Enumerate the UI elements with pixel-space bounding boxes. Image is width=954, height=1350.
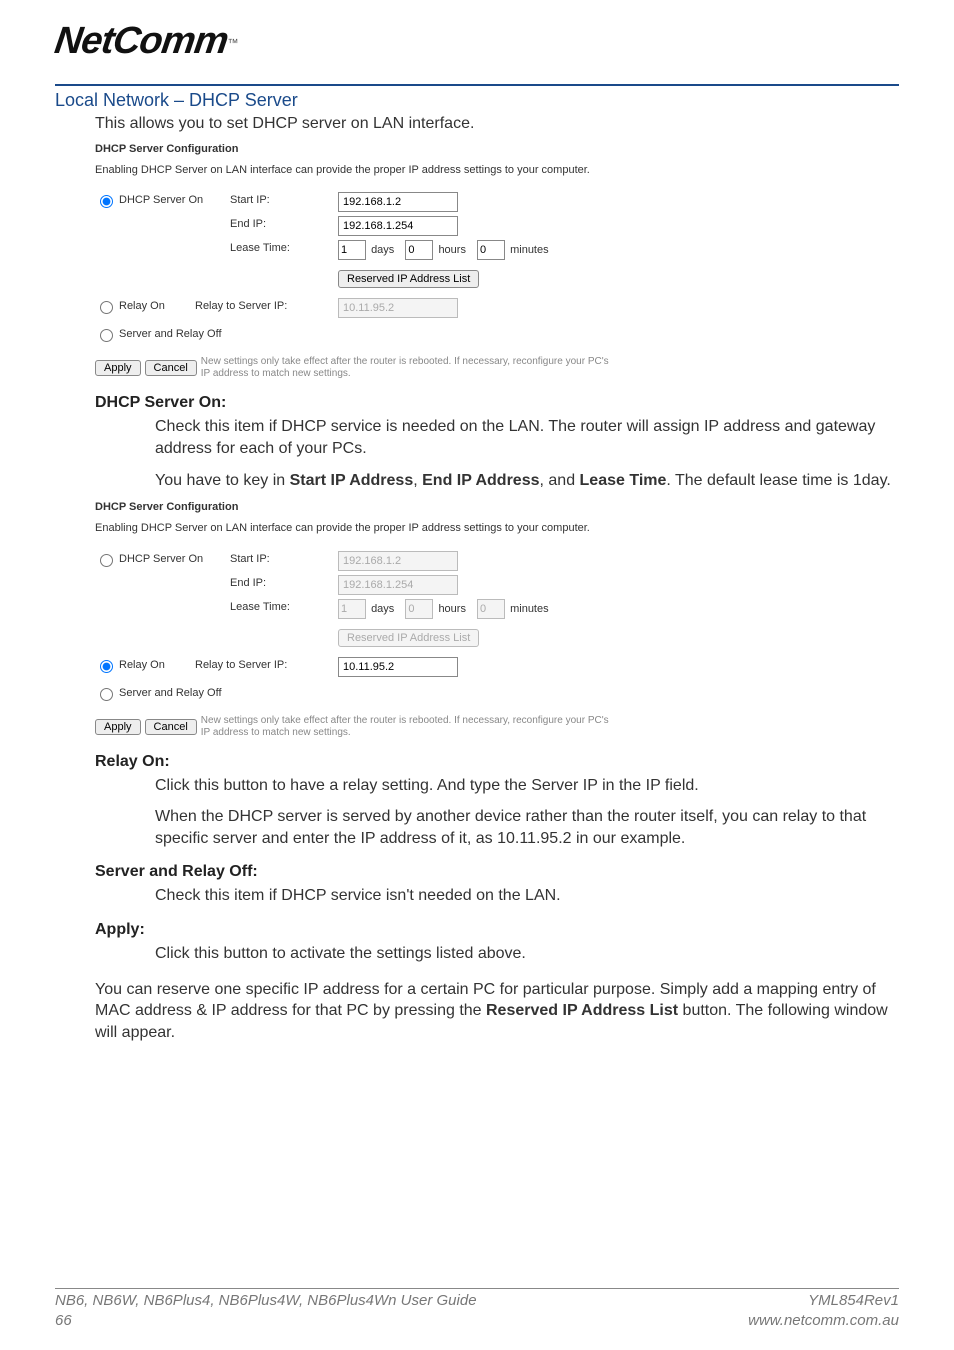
heading-dhcp-server-on: DHCP Server On:	[0, 394, 954, 412]
lease-days-input[interactable]	[338, 240, 366, 260]
server-relay-off-label: Server and Relay Off	[119, 687, 222, 699]
start-ip-input[interactable]	[338, 192, 458, 212]
para-dhcp-on-1: Check this item if DHCP service is neede…	[0, 416, 954, 459]
end-ip-input[interactable]	[338, 216, 458, 236]
footer-rule	[55, 1288, 899, 1289]
minutes-label: minutes	[510, 244, 549, 256]
server-relay-off-radio[interactable]	[100, 688, 113, 701]
reserved-ip-list-button[interactable]: Reserved IP Address List	[338, 270, 479, 288]
hours-label: hours	[438, 603, 466, 615]
end-ip-label: End IP:	[230, 216, 338, 230]
days-label: days	[371, 244, 394, 256]
panel-title: DHCP Server Configuration	[95, 143, 815, 155]
logo-brand: NetComm	[52, 20, 231, 63]
days-label: days	[371, 603, 394, 615]
start-ip-label: Start IP:	[230, 192, 338, 206]
footer-revision: YML854Rev1	[748, 1291, 899, 1311]
logo-tm: ™	[227, 38, 238, 50]
para-relay-on-2: When the DHCP server is served by anothe…	[0, 806, 954, 849]
panel-desc: Enabling DHCP Server on LAN interface ca…	[95, 163, 655, 178]
lease-label: Lease Time:	[230, 599, 338, 613]
relay-ip-label: Relay to Server IP:	[195, 657, 338, 671]
relay-ip-input[interactable]	[338, 298, 458, 318]
para-relay-on-1: Click this button to have a relay settin…	[0, 775, 954, 797]
intro-text: This allows you to set DHCP server on LA…	[0, 111, 954, 143]
lease-days-input[interactable]	[338, 599, 366, 619]
relay-on-label: Relay On	[119, 659, 165, 671]
logo-area: NetComm™	[0, 0, 954, 84]
reserved-ip-list-button[interactable]: Reserved IP Address List	[338, 629, 479, 647]
server-relay-off-radio[interactable]	[100, 329, 113, 342]
lease-mins-input[interactable]	[477, 240, 505, 260]
panel-title: DHCP Server Configuration	[95, 501, 815, 513]
apply-button[interactable]: Apply	[95, 360, 141, 376]
apply-note: New settings only take effect after the …	[201, 715, 611, 739]
section-title: Local Network – DHCP Server	[0, 86, 954, 111]
relay-ip-label: Relay to Server IP:	[195, 298, 338, 312]
hours-label: hours	[438, 244, 466, 256]
dhcp-server-on-radio[interactable]	[100, 554, 113, 567]
dhcp-server-on-label: DHCP Server On	[119, 194, 203, 206]
minutes-label: minutes	[510, 603, 549, 615]
start-ip-label: Start IP:	[230, 551, 338, 565]
relay-on-label: Relay On	[119, 300, 165, 312]
footer-url: www.netcomm.com.au	[748, 1311, 899, 1331]
apply-note: New settings only take effect after the …	[201, 356, 611, 380]
lease-hours-input[interactable]	[405, 599, 433, 619]
server-relay-off-label: Server and Relay Off	[119, 328, 222, 340]
end-ip-label: End IP:	[230, 575, 338, 589]
para-reserve: You can reserve one specific IP address …	[0, 979, 954, 1044]
lease-mins-input[interactable]	[477, 599, 505, 619]
dhcp-server-on-radio[interactable]	[100, 195, 113, 208]
heading-apply: Apply:	[0, 921, 954, 939]
lease-hours-input[interactable]	[405, 240, 433, 260]
heading-relay-on: Relay On:	[0, 753, 954, 771]
relay-on-radio[interactable]	[100, 301, 113, 314]
dhcp-config-panel-1: DHCP Server Configuration Enabling DHCP …	[95, 143, 815, 380]
footer-guide-title: NB6, NB6W, NB6Plus4, NB6Plus4W, NB6Plus4…	[55, 1291, 477, 1311]
dhcp-config-panel-2: DHCP Server Configuration Enabling DHCP …	[95, 501, 815, 738]
para-server-relay-off: Check this item if DHCP service isn't ne…	[0, 885, 954, 907]
para-apply: Click this button to activate the settin…	[0, 943, 954, 965]
relay-on-radio[interactable]	[100, 660, 113, 673]
heading-server-relay-off: Server and Relay Off:	[0, 863, 954, 881]
cancel-button[interactable]: Cancel	[145, 719, 197, 735]
relay-ip-input[interactable]	[338, 657, 458, 677]
dhcp-server-on-label: DHCP Server On	[119, 553, 203, 565]
cancel-button[interactable]: Cancel	[145, 360, 197, 376]
footer: NB6, NB6W, NB6Plus4, NB6Plus4W, NB6Plus4…	[0, 1288, 954, 1330]
para-dhcp-on-2: You have to key in Start IP Address, End…	[0, 470, 954, 492]
start-ip-input[interactable]	[338, 551, 458, 571]
footer-page-number: 66	[55, 1311, 477, 1331]
panel-desc: Enabling DHCP Server on LAN interface ca…	[95, 521, 655, 536]
apply-button[interactable]: Apply	[95, 719, 141, 735]
end-ip-input[interactable]	[338, 575, 458, 595]
lease-label: Lease Time:	[230, 240, 338, 254]
